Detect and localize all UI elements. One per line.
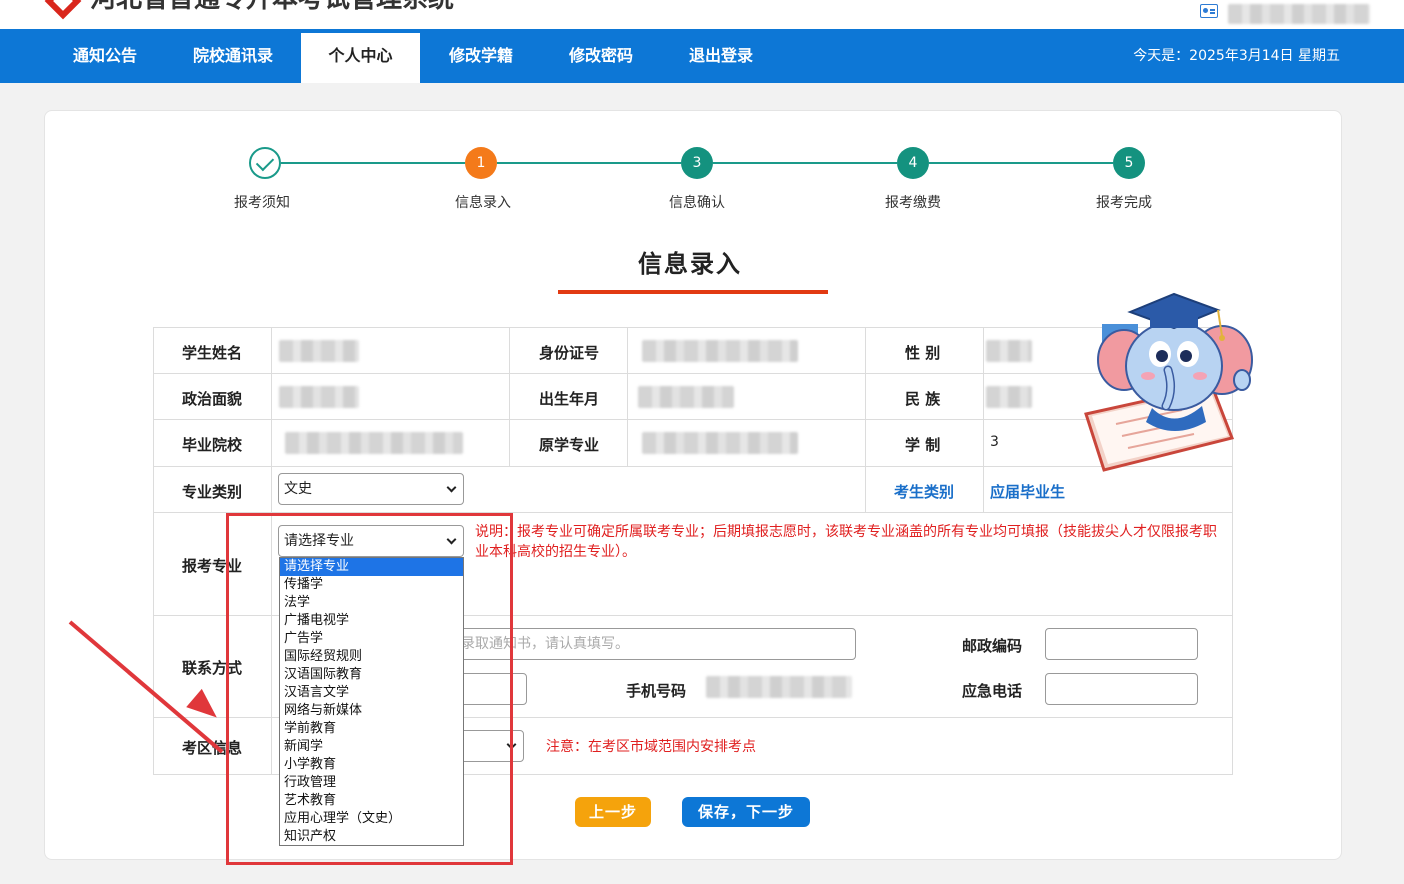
original-major-label: 原学专业 (539, 436, 600, 454)
table-divider (627, 327, 628, 466)
candidate-type-label: 考生类别 (894, 483, 955, 501)
political-status-redacted (279, 386, 359, 408)
step-3-label: 信息确认 (669, 195, 725, 211)
step-connector (497, 162, 681, 164)
step-2-label: 信息录入 (455, 195, 511, 211)
step-2-circle: 1 (465, 147, 497, 179)
id-number-redacted (642, 340, 798, 362)
apply-major-note: 说明：报考专业可确定所属联考专业；后期填报志愿时，该联考专业涵盖的所有专业均可填… (475, 524, 1217, 560)
step-4-circle: 4 (897, 147, 929, 179)
candidate-type-value: 应届毕业生 (990, 483, 1066, 501)
schooling-value: 3 (990, 434, 999, 450)
major-category-label: 专业类别 (182, 483, 243, 501)
site-title: 河北省普通专升本考试管理系统 (90, 0, 510, 12)
page-title: 信息录入 (638, 250, 742, 278)
mobile-label: 手机号码 (626, 682, 687, 700)
nav-school-directory[interactable]: 院校通讯录 (172, 29, 294, 83)
mobile-redacted (706, 676, 852, 698)
major-category-select[interactable]: 文史 (278, 473, 464, 505)
top-header: 河北省普通专升本考试管理系统 (0, 0, 1404, 29)
id-number-label: 身份证号 (539, 344, 600, 362)
nav-change-password[interactable]: 修改密码 (548, 29, 654, 83)
step-1-check-icon (249, 147, 281, 179)
gender-redacted (986, 340, 1032, 362)
nav-notice[interactable]: 通知公告 (52, 29, 158, 83)
step-1-label: 报考须知 (234, 195, 290, 211)
gender-label: 性 别 (905, 344, 941, 362)
user-card-icon (1200, 4, 1218, 18)
step-connector (929, 162, 1113, 164)
original-major-redacted (642, 432, 798, 454)
step-5-circle: 5 (1113, 147, 1145, 179)
title-underline (558, 290, 828, 294)
step-4-label: 报考缴费 (885, 195, 941, 211)
emergency-phone-input[interactable] (1045, 673, 1198, 705)
postal-code-input[interactable] (1045, 628, 1198, 660)
step-connector (713, 162, 897, 164)
schooling-label: 学 制 (905, 436, 941, 454)
prev-step-button[interactable]: 上一步 (575, 797, 651, 827)
major-category-value: 文史 (284, 481, 312, 497)
table-divider (983, 327, 984, 512)
graduate-school-label: 毕业院校 (182, 436, 243, 454)
annotation-highlight-box (226, 513, 513, 865)
political-status-label: 政治面貌 (182, 390, 243, 408)
table-divider (153, 466, 1233, 467)
step-3-circle: 3 (681, 147, 713, 179)
nav-logout[interactable]: 退出登录 (668, 29, 774, 83)
table-divider (153, 373, 1233, 374)
table-divider (509, 327, 510, 466)
nav-personal-center[interactable]: 个人中心 (301, 33, 420, 83)
main-nav: 通知公告 院校通讯录 个人中心 修改学籍 修改密码 退出登录 今天是：2025年… (0, 29, 1404, 83)
elephant-mascot-icon (1084, 292, 1253, 472)
student-name-label: 学生姓名 (182, 344, 243, 362)
step-connector (281, 162, 465, 164)
emergency-phone-label: 应急电话 (962, 682, 1023, 700)
save-next-button[interactable]: 保存，下一步 (682, 797, 810, 827)
step-5-label: 报考完成 (1096, 195, 1152, 211)
birth-date-redacted (638, 386, 734, 408)
birth-date-label: 出生年月 (539, 390, 600, 408)
chevron-down-icon (446, 482, 457, 493)
user-name-redacted (1228, 4, 1370, 24)
ethnicity-redacted (986, 386, 1032, 408)
current-date: 今天是：2025年3月14日 星期五 (1133, 48, 1340, 64)
graduate-school-redacted (285, 432, 463, 454)
ethnicity-label: 民 族 (905, 390, 941, 408)
logo-icon (44, 0, 82, 20)
table-divider (865, 327, 866, 512)
student-name-redacted (279, 340, 359, 362)
table-divider (153, 419, 1233, 420)
postal-code-label: 邮政编码 (962, 637, 1023, 655)
nav-edit-enrollment[interactable]: 修改学籍 (428, 29, 534, 83)
exam-area-note: 注意：在考区市域范围内安排考点 (546, 739, 756, 755)
